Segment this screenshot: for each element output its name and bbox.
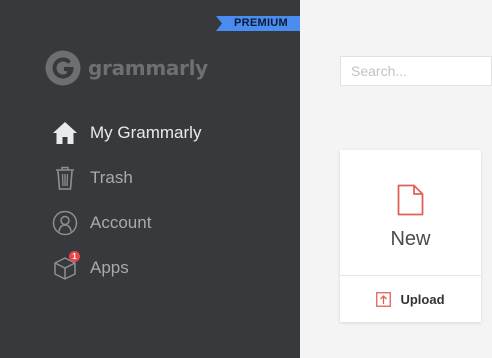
nav-item-account[interactable]: Account <box>50 208 151 238</box>
upload-icon <box>376 291 392 307</box>
apps-badge: 1 <box>69 251 80 262</box>
brand[interactable]: grammarly <box>45 50 208 86</box>
search-input[interactable] <box>340 56 492 86</box>
brand-name: grammarly <box>88 56 208 80</box>
nav-item-trash[interactable]: Trash <box>50 163 133 193</box>
new-document-card: New Upload <box>340 150 481 322</box>
cube-icon: 1 <box>50 251 80 283</box>
grammarly-logo-icon <box>45 50 81 86</box>
account-icon <box>50 208 80 238</box>
nav-label: Account <box>90 213 152 232</box>
nav-item-my-grammarly[interactable]: My Grammarly <box>50 118 201 148</box>
home-icon <box>50 118 80 148</box>
nav-item-apps[interactable]: 1 Apps <box>50 251 129 283</box>
nav-label: Apps <box>90 258 129 277</box>
nav-label: My Grammarly <box>90 123 202 142</box>
upload-button[interactable]: Upload <box>340 276 481 322</box>
new-document-icon <box>397 184 424 216</box>
premium-ribbon: PREMIUM <box>216 16 300 31</box>
trash-icon <box>50 163 80 193</box>
upload-label: Upload <box>400 291 445 307</box>
sidebar: PREMIUM grammarly My Grammarly Trash Acc… <box>0 0 300 358</box>
new-label: New <box>390 228 431 250</box>
new-document-button[interactable]: New <box>340 150 481 275</box>
nav-label: Trash <box>90 168 133 187</box>
